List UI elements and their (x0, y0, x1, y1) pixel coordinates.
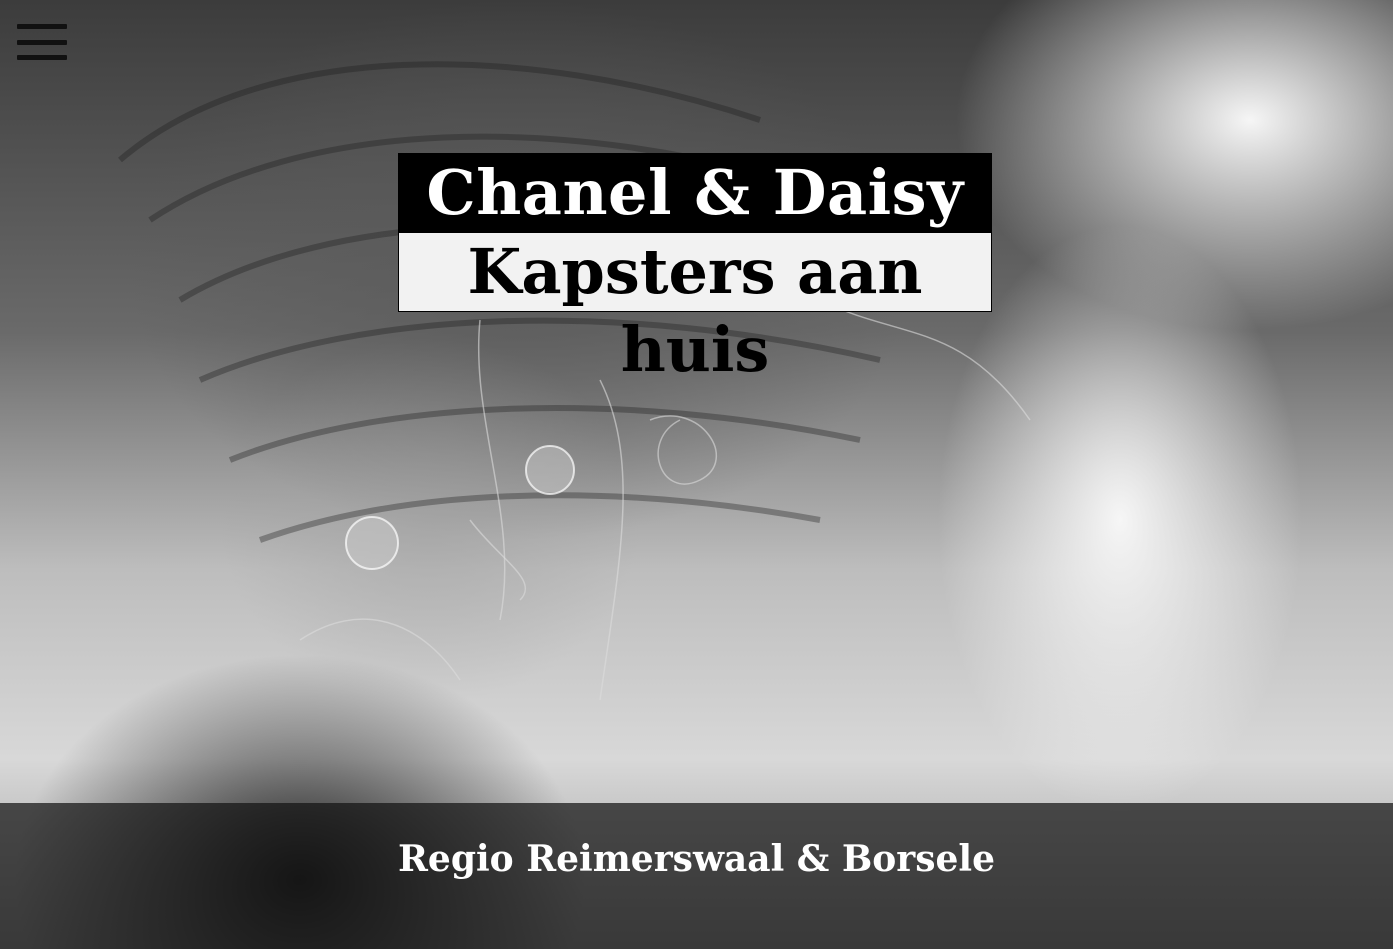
menu-bar (17, 24, 67, 29)
hamburger-menu-icon[interactable] (17, 24, 67, 60)
site-title-tagline: Kapsters aan huis (398, 233, 992, 386)
region-text: Regio Reimerswaal & Borsele (398, 838, 995, 880)
hero-section: Chanel & Daisy Kapsters aan huis Regio R… (0, 0, 1393, 949)
site-title: Chanel & Daisy Kapsters aan huis (398, 153, 992, 386)
site-title-name: Chanel & Daisy (398, 153, 992, 233)
menu-bar (17, 55, 67, 60)
menu-bar (17, 39, 67, 45)
